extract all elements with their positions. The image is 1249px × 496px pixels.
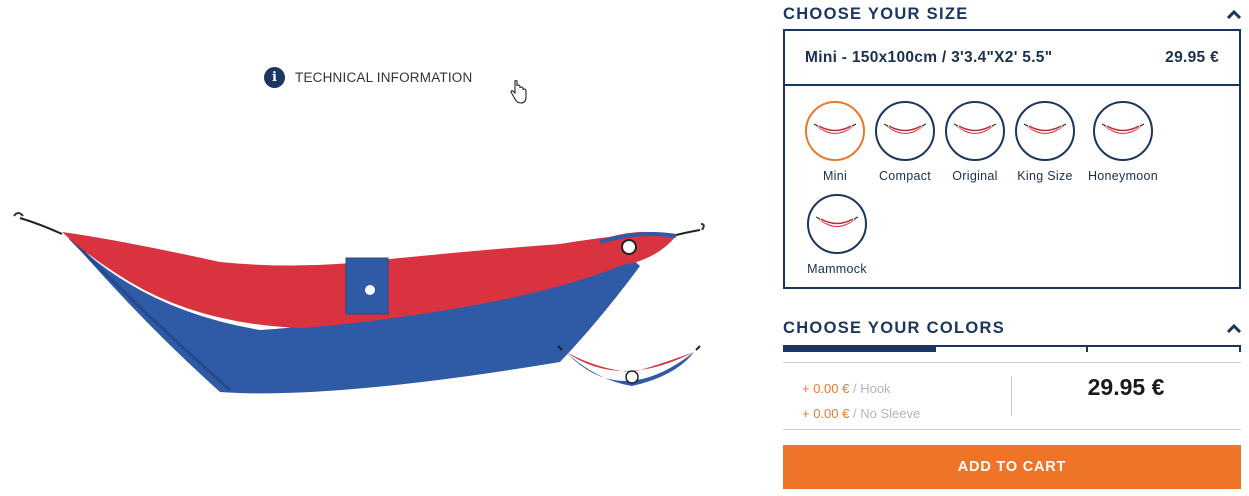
info-icon: i (264, 67, 285, 88)
size-section-title: CHOOSE YOUR SIZE (783, 4, 969, 23)
compact-hammock-icon (875, 101, 935, 161)
divider (783, 429, 1241, 430)
size-option-label: Compact (878, 169, 932, 183)
colors-section-header[interactable]: CHOOSE YOUR COLORS (783, 315, 1241, 341)
hand-cursor-icon (510, 80, 527, 104)
extras-list: + 0.00 € / Hook + 0.00 € / No Sleeve (802, 376, 920, 426)
mammock-hammock-icon (807, 194, 867, 254)
size-option-mini[interactable]: Mini (795, 101, 875, 183)
color-tab-active[interactable] (783, 345, 936, 352)
king-size-hammock-icon (1015, 101, 1075, 161)
color-tab-divider (1239, 345, 1241, 352)
size-option-original[interactable]: Original (935, 101, 1015, 183)
extra-hook: + 0.00 € / Hook (802, 376, 920, 401)
total-price: 29.95 € (1087, 374, 1165, 400)
chevron-up-icon[interactable] (1227, 323, 1241, 333)
size-option-label: Mini (822, 169, 848, 183)
size-option-compact[interactable]: Compact (865, 101, 945, 183)
extra-label: / Hook (852, 381, 891, 396)
product-hammock-image (13, 212, 705, 394)
size-section-header[interactable]: CHOOSE YOUR SIZE (783, 1, 1241, 27)
size-option-label: Mammock (807, 262, 867, 276)
mini-hammock-icon (805, 101, 865, 161)
selected-size-row[interactable]: Mini - 150x100cm / 3'3.4"X2' 5.5" 29.95 … (785, 31, 1239, 86)
extra-label: / No Sleeve (852, 406, 921, 421)
chevron-up-icon[interactable] (1227, 9, 1241, 19)
selected-size-name: Mini - 150x100cm / 3'3.4"X2' 5.5" (805, 48, 1053, 66)
color-tab-track (936, 345, 1241, 347)
honeymoon-hammock-icon (1093, 101, 1153, 161)
size-option-label: Original (952, 169, 998, 183)
color-tabs (783, 345, 1241, 363)
color-tab-divider (1086, 345, 1088, 352)
add-to-cart-button[interactable]: ADD TO CART (783, 445, 1241, 489)
extra-price: + 0.00 € (802, 406, 850, 421)
size-option-honeymoon[interactable]: Honeymoon (1083, 101, 1163, 183)
extra-sleeve: + 0.00 € / No Sleeve (802, 401, 920, 426)
selected-size-price: 29.95 € (1165, 48, 1219, 66)
size-option-label: Honeymoon (1087, 169, 1159, 183)
size-option-mammock[interactable]: Mammock (797, 194, 877, 276)
size-option-label: King Size (1017, 169, 1073, 183)
extra-price: + 0.00 € (802, 381, 850, 396)
size-option-king-size[interactable]: King Size (1005, 101, 1085, 183)
technical-information-link[interactable]: i TECHNICAL INFORMATION (264, 67, 472, 88)
colors-section-title: CHOOSE YOUR COLORS (783, 318, 1006, 337)
original-hammock-icon (945, 101, 1005, 161)
technical-information-label: TECHNICAL INFORMATION (295, 70, 473, 85)
